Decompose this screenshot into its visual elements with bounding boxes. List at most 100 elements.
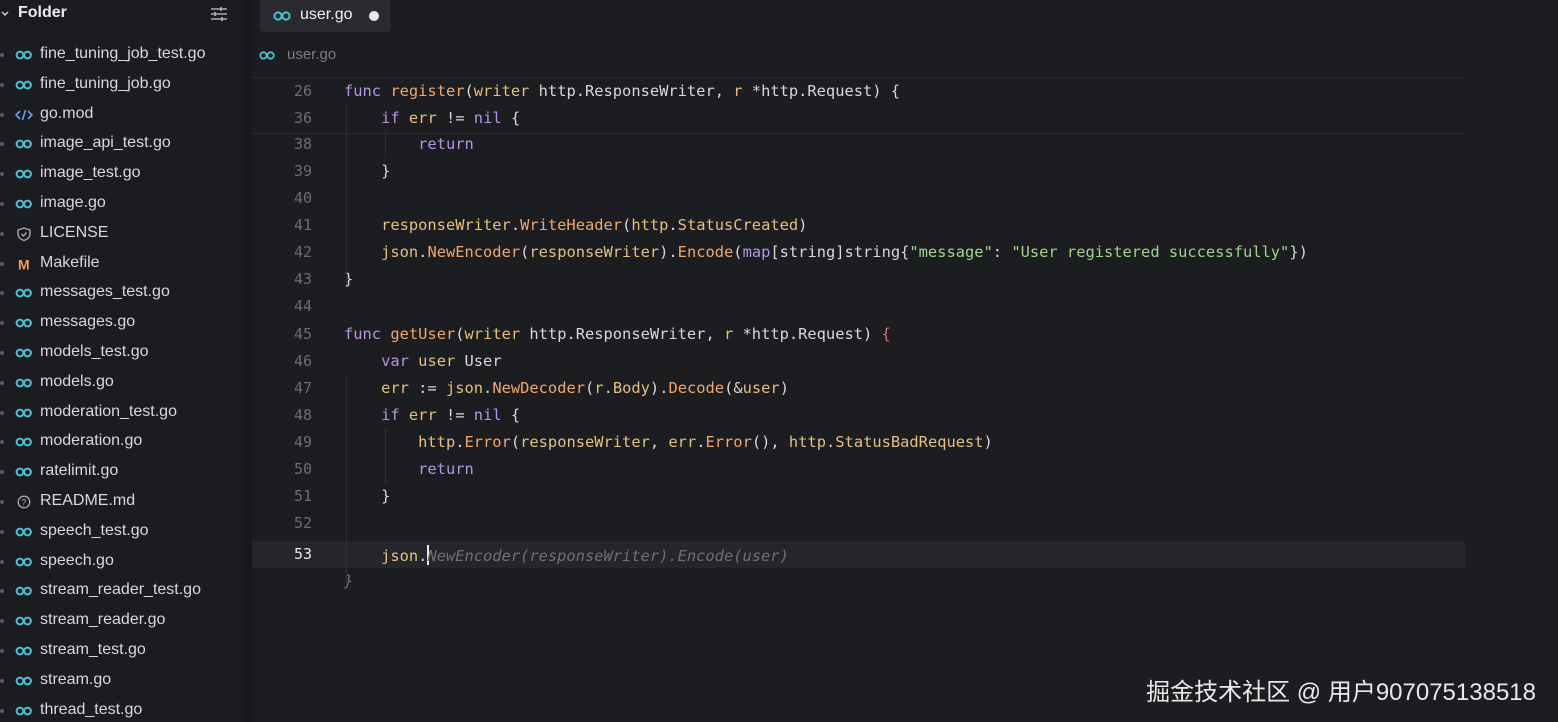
folder-title: Folder (18, 4, 67, 21)
code-line[interactable]: 53 json.NewEncoder(responseWriter).Encod… (252, 541, 1465, 568)
line-number: 46 (293, 352, 312, 370)
code-token: StatusBadRequest (835, 433, 984, 451)
code-token: ( (464, 82, 474, 100)
code-line[interactable]: 41 responseWriter.WriteHeader(http.Statu… (252, 212, 1465, 239)
line-code: json.NewEncoder(responseWriter).Encode(m… (344, 243, 1308, 261)
sidebar-file-item[interactable]: ratelimit.go (0, 457, 243, 487)
go-file-icon (15, 557, 32, 566)
tree-dot-icon (0, 261, 4, 266)
sidebar-file-item[interactable]: go.mod (0, 100, 243, 130)
code-line[interactable]: 36 if err != nil { (252, 105, 1465, 132)
code-line[interactable]: 52 (252, 510, 1465, 537)
tree-dot-icon (0, 589, 4, 594)
code-token: . (510, 216, 521, 234)
sidebar-file-item[interactable]: stream_test.go (0, 636, 243, 666)
sidebar-file-item[interactable]: stream.go (0, 666, 243, 696)
file-list: fine_tuning_job_test.go fine_tuning_job.g… (0, 40, 243, 722)
code-editor[interactable]: 26 func register(writer http.ResponseWrit… (252, 78, 1465, 722)
sidebar-file-item[interactable]: moderation.go (0, 427, 243, 457)
sidebar-file-item[interactable]: image.go (0, 189, 243, 219)
code-line[interactable]: 49 http.Error(responseWriter, err.Error(… (252, 429, 1465, 456)
line-number: 45 (293, 325, 312, 343)
code-line[interactable]: 26 func register(writer http.ResponseWrit… (252, 78, 1465, 105)
code-line[interactable]: 45 func getUser(writer http.ResponseWrite… (252, 321, 1465, 348)
sidebar-file-item[interactable]: models_test.go (0, 338, 243, 368)
code-token: [string]string{ (770, 243, 910, 261)
code-token: != (436, 406, 474, 424)
tree-dot-icon (0, 321, 4, 326)
sidebar-file-item[interactable]: fine_tuning_job_test.go (0, 40, 243, 70)
code-line[interactable]: 43} (252, 266, 1465, 293)
code-token: json (381, 243, 419, 261)
code-line[interactable]: 38 return (252, 131, 1465, 158)
code-token: http (418, 433, 456, 451)
tab-user-go[interactable]: user.go (260, 0, 391, 32)
line-code: err := json.NewDecoder(r.Body).Decode(&u… (344, 379, 789, 397)
code-token: := (408, 379, 446, 397)
file-name: Makefile (40, 253, 100, 271)
code-token: Error (705, 433, 752, 451)
sidebar-file-item[interactable]: moderation_test.go (0, 398, 243, 428)
go-file-icon (15, 616, 32, 626)
file-name: stream_test.go (40, 640, 146, 658)
code-line[interactable]: 46 var user User (252, 348, 1465, 375)
code-line[interactable]: 48 if err != nil { (252, 402, 1465, 429)
sidebar-file-item[interactable]: speech_test.go (0, 517, 243, 547)
makefile-m-icon: M (18, 257, 30, 271)
code-line[interactable]: 39 } (252, 158, 1465, 185)
code-token: (), (751, 433, 789, 451)
sidebar-file-item[interactable]: fine_tuning_job.go (0, 70, 243, 100)
tree-dot-icon (0, 410, 4, 415)
code-token: . (603, 379, 613, 397)
sidebar-file-item[interactable]: LICENSE (0, 219, 243, 249)
sidebar-file-item[interactable]: messages_test.go (0, 278, 243, 308)
sidebar-file-item[interactable]: image_api_test.go (0, 129, 243, 159)
sidebar-file-item[interactable]: image_test.go (0, 159, 243, 189)
sidebar-file-item[interactable]: stream_reader_test.go (0, 576, 243, 606)
inline-suggestion: NewEncoder(responseWriter).Encode(user) (427, 547, 789, 565)
code-line[interactable]: 51 } (252, 483, 1465, 510)
code-token: getUser (390, 325, 456, 343)
tree-dot-icon (0, 172, 4, 177)
code-line[interactable]: } (252, 568, 1465, 595)
file-name: fine_tuning_job_test.go (40, 45, 206, 62)
code-line[interactable]: 42 json.NewEncoder(responseWriter).Encod… (252, 239, 1465, 266)
sidebar-divider[interactable] (243, 0, 252, 722)
code-line[interactable]: 44 (252, 293, 1465, 320)
line-number: 53 (293, 545, 312, 563)
code-token: . (696, 433, 706, 451)
code-token: . (483, 379, 493, 397)
chevron-down-icon[interactable] (1, 9, 9, 19)
sidebar-file-item[interactable]: speech.go (0, 547, 243, 577)
code-line[interactable]: 50 return (252, 456, 1465, 483)
go-file-icon (15, 676, 32, 686)
sidebar-file-item[interactable]: messages.go (0, 308, 243, 338)
go-file-icon (15, 706, 32, 715)
line-code: func getUser(writer http.ResponseWriter,… (344, 325, 891, 343)
tree-dot-icon (0, 619, 4, 624)
sidebar-file-item[interactable]: M Makefile (0, 249, 243, 279)
sidebar-file-item[interactable]: stream_reader.go (0, 606, 243, 636)
folder-header[interactable]: Folder (0, 0, 243, 30)
line-code: } (344, 487, 390, 505)
line-code: var user User (344, 352, 502, 370)
sidebar-file-item[interactable]: ? README.md (0, 487, 243, 517)
line-code: } (344, 162, 390, 180)
tree-dot-icon (0, 648, 4, 653)
code-token: r (733, 82, 743, 100)
code-token: responseWriter (381, 216, 511, 234)
sidebar-file-item[interactable]: thread_test.go (0, 696, 243, 722)
code-line[interactable]: 40 (252, 185, 1465, 212)
unsaved-dot-icon[interactable] (369, 11, 379, 21)
sidebar-file-item[interactable]: models.go (0, 368, 243, 398)
code-token: err (668, 433, 697, 451)
code-token: return (418, 135, 474, 153)
line-number: 42 (293, 243, 312, 261)
code-line[interactable]: 47 err := json.NewDecoder(r.Body).Decode… (252, 375, 1465, 402)
filter-settings-icon[interactable] (210, 6, 228, 22)
go-file-icon (15, 199, 32, 209)
